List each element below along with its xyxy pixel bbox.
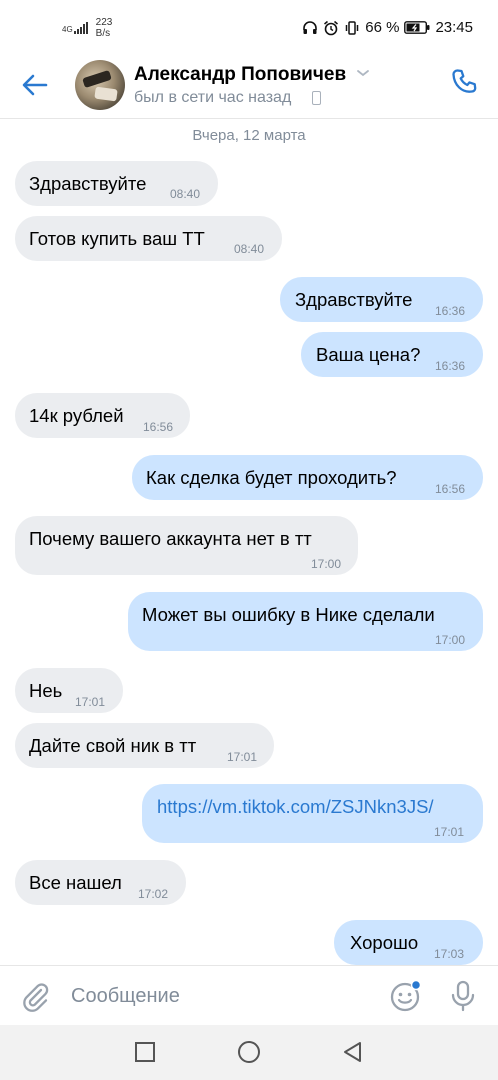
alarm-icon — [324, 20, 339, 35]
network-type: 4G — [62, 25, 73, 34]
message-text: Как сделка будет проходить? — [146, 467, 397, 488]
message-time: 17:00 — [311, 557, 342, 571]
message-incoming[interactable]: Почему вашего аккаунта нет в тт 17:00 — [15, 516, 358, 575]
signal-icon: 4G — [62, 22, 90, 34]
message-text: Дайте свой ник в тт — [29, 735, 197, 756]
message-text: Хорошо — [350, 932, 419, 953]
message-outgoing[interactable]: https://vm.tiktok.com/ZSJNkn3JS/ 17:01 — [142, 784, 483, 843]
message-text: Неь — [29, 680, 63, 701]
message-time: 16:36 — [435, 359, 466, 373]
message-time: 17:01 — [434, 825, 465, 839]
message-outgoing[interactable]: Может вы ошибку в Нике сделали 17:00 — [128, 592, 483, 651]
back-arrow-icon[interactable] — [20, 70, 50, 100]
mobile-device-icon — [312, 91, 321, 105]
message-time: 17:01 — [227, 750, 258, 764]
attach-icon[interactable] — [20, 981, 52, 1013]
message-incoming[interactable]: Дайте свой ник в тт 17:01 — [15, 723, 274, 768]
message-text: Ваша цена? — [316, 344, 421, 365]
date-divider: Вчера, 12 марта — [192, 127, 306, 144]
message-time: 17:02 — [138, 887, 169, 901]
recents-square-icon[interactable] — [133, 1040, 157, 1064]
message-time: 17:00 — [435, 633, 466, 647]
last-seen-status: был в сети час назад — [134, 89, 292, 106]
battery-icon — [404, 21, 430, 34]
message-text: Все нашел — [29, 872, 122, 893]
message-time: 17:01 — [75, 695, 106, 709]
message-outgoing[interactable]: Здравствуйте 16:36 — [280, 277, 483, 322]
chat-header: Александр Поповичев был в сети час назад — [0, 56, 498, 119]
message-incoming[interactable]: Все нашел 17:02 — [15, 860, 186, 905]
message-text: Здравствуйте — [29, 173, 147, 194]
headphones-icon — [303, 20, 318, 34]
home-circle-icon[interactable] — [237, 1040, 261, 1064]
message-outgoing[interactable]: Как сделка будет проходить? 16:56 — [132, 455, 483, 500]
message-time: 16:36 — [435, 304, 466, 318]
vibrate-icon — [346, 20, 359, 35]
clock: 23:45 — [435, 19, 473, 36]
message-text: Здравствуйте — [295, 289, 413, 310]
phone-call-icon[interactable] — [450, 67, 480, 97]
message-text: Готов купить ваш ТТ — [29, 228, 205, 249]
message-composer: Сообщение — [0, 965, 498, 1026]
message-text: Может вы ошибку в Нике сделали — [142, 604, 435, 625]
message-time: 17:03 — [434, 947, 465, 961]
avatar[interactable] — [75, 60, 125, 110]
message-incoming[interactable]: Готов купить ваш ТТ 08:40 — [15, 216, 282, 261]
network-speed: 223 B/s — [95, 17, 113, 39]
message-incoming[interactable]: Неь 17:01 — [15, 668, 123, 713]
message-input[interactable]: Сообщение — [71, 985, 180, 1008]
emoji-icon[interactable] — [389, 979, 423, 1013]
message-text: Почему вашего аккаунта нет в тт — [29, 528, 312, 549]
message-outgoing[interactable]: Хорошо 17:03 — [334, 920, 483, 965]
contact-name[interactable]: Александр Поповичев — [134, 64, 346, 86]
message-time: 08:40 — [170, 187, 201, 201]
message-time: 08:40 — [234, 242, 265, 256]
status-bar: 4G 223 B/s 66 % 23:45 — [0, 0, 498, 56]
message-time: 16:56 — [143, 420, 174, 434]
system-nav-bar — [0, 1025, 498, 1080]
microphone-icon[interactable] — [449, 980, 477, 1012]
message-text: 14к рублей — [29, 405, 124, 426]
message-incoming[interactable]: Здравствуйте 08:40 — [15, 161, 218, 206]
message-time: 16:56 — [435, 482, 466, 496]
battery-percent: 66 % — [365, 19, 400, 36]
back-triangle-icon[interactable] — [341, 1040, 365, 1064]
message-incoming[interactable]: 14к рублей 16:56 — [15, 393, 190, 438]
chevron-down-icon[interactable] — [356, 66, 370, 80]
message-link[interactable]: https://vm.tiktok.com/ZSJNkn3JS/ — [157, 796, 434, 818]
message-outgoing[interactable]: Ваша цена? 16:36 — [301, 332, 483, 377]
